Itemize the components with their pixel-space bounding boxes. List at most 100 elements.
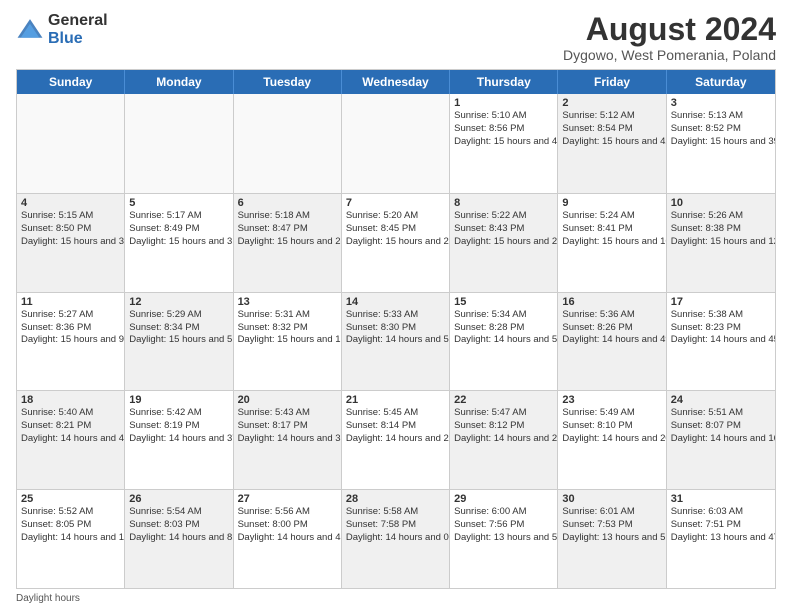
calendar: SundayMondayTuesdayWednesdayThursdayFrid… [16,69,776,589]
weekday-header-tuesday: Tuesday [234,70,342,94]
calendar-cell: 29Sunrise: 6:00 AMSunset: 7:56 PMDayligh… [450,490,558,588]
daylight-text: Daylight: 15 hours and 20 minutes. [454,236,553,249]
sunrise-text: Sunrise: 5:38 AM [671,309,771,322]
sunset-text: Sunset: 8:32 PM [238,322,337,335]
calendar-cell [125,94,233,193]
sunrise-text: Sunrise: 5:52 AM [21,506,120,519]
weekday-header-monday: Monday [125,70,233,94]
day-number: 1 [454,97,553,109]
calendar-cell: 7Sunrise: 5:20 AMSunset: 8:45 PMDaylight… [342,194,450,292]
daylight-text: Daylight: 15 hours and 12 minutes. [671,236,771,249]
sunset-text: Sunset: 8:00 PM [238,519,337,532]
calendar-cell: 17Sunrise: 5:38 AMSunset: 8:23 PMDayligh… [667,293,775,391]
day-number: 9 [562,197,661,209]
daylight-text: Daylight: 14 hours and 57 minutes. [346,334,445,347]
day-number: 26 [129,493,228,505]
calendar-row: 4Sunrise: 5:15 AMSunset: 8:50 PMDaylight… [17,193,775,292]
calendar-cell: 14Sunrise: 5:33 AMSunset: 8:30 PMDayligh… [342,293,450,391]
daylight-text: Daylight: 15 hours and 5 minutes. [129,334,228,347]
sunset-text: Sunset: 7:58 PM [346,519,445,532]
daylight-text: Daylight: 15 hours and 35 minutes. [21,236,120,249]
calendar-cell: 31Sunrise: 6:03 AMSunset: 7:51 PMDayligh… [667,490,775,588]
calendar-row: 1Sunrise: 5:10 AMSunset: 8:56 PMDaylight… [17,94,775,193]
day-number: 25 [21,493,120,505]
calendar-cell: 24Sunrise: 5:51 AMSunset: 8:07 PMDayligh… [667,391,775,489]
calendar-cell: 15Sunrise: 5:34 AMSunset: 8:28 PMDayligh… [450,293,558,391]
sunset-text: Sunset: 8:47 PM [238,223,337,236]
calendar-cell: 16Sunrise: 5:36 AMSunset: 8:26 PMDayligh… [558,293,666,391]
sunset-text: Sunset: 8:34 PM [129,322,228,335]
calendar-cell: 19Sunrise: 5:42 AMSunset: 8:19 PMDayligh… [125,391,233,489]
daylight-text: Daylight: 14 hours and 37 minutes. [129,433,228,446]
header: General Blue August 2024 Dygowo, West Po… [16,12,776,63]
sunset-text: Sunset: 8:41 PM [562,223,661,236]
calendar-cell: 18Sunrise: 5:40 AMSunset: 8:21 PMDayligh… [17,391,125,489]
daylight-text: Daylight: 15 hours and 1 minute. [238,334,337,347]
calendar-row: 11Sunrise: 5:27 AMSunset: 8:36 PMDayligh… [17,292,775,391]
day-number: 20 [238,394,337,406]
calendar-cell: 30Sunrise: 6:01 AMSunset: 7:53 PMDayligh… [558,490,666,588]
day-number: 12 [129,296,228,308]
daylight-text: Daylight: 13 hours and 56 minutes. [454,532,553,545]
day-number: 10 [671,197,771,209]
sunset-text: Sunset: 8:50 PM [21,223,120,236]
calendar-cell: 1Sunrise: 5:10 AMSunset: 8:56 PMDaylight… [450,94,558,193]
day-number: 7 [346,197,445,209]
sunset-text: Sunset: 8:10 PM [562,420,661,433]
calendar-cell [17,94,125,193]
day-number: 21 [346,394,445,406]
calendar-cell: 8Sunrise: 5:22 AMSunset: 8:43 PMDaylight… [450,194,558,292]
day-number: 30 [562,493,661,505]
sunrise-text: Sunrise: 5:47 AM [454,407,553,420]
daylight-text: Daylight: 14 hours and 20 minutes. [562,433,661,446]
day-number: 15 [454,296,553,308]
day-number: 11 [21,296,120,308]
daylight-text: Daylight: 14 hours and 53 minutes. [454,334,553,347]
day-number: 16 [562,296,661,308]
sunrise-text: Sunrise: 5:58 AM [346,506,445,519]
day-number: 6 [238,197,337,209]
calendar-row: 18Sunrise: 5:40 AMSunset: 8:21 PMDayligh… [17,390,775,489]
sunset-text: Sunset: 8:17 PM [238,420,337,433]
sunset-text: Sunset: 8:05 PM [21,519,120,532]
daylight-text: Daylight: 14 hours and 8 minutes. [129,532,228,545]
daylight-text: Daylight: 14 hours and 4 minutes. [238,532,337,545]
calendar-cell [234,94,342,193]
calendar-cell: 23Sunrise: 5:49 AMSunset: 8:10 PMDayligh… [558,391,666,489]
sunrise-text: Sunrise: 5:45 AM [346,407,445,420]
sunrise-text: Sunrise: 5:13 AM [671,110,771,123]
logo: General Blue [16,12,108,47]
sunrise-text: Sunrise: 5:17 AM [129,210,228,223]
sunset-text: Sunset: 8:30 PM [346,322,445,335]
daylight-text: Daylight: 14 hours and 0 minutes. [346,532,445,545]
sunrise-text: Sunrise: 6:01 AM [562,506,661,519]
sunrise-text: Sunrise: 5:40 AM [21,407,120,420]
daylight-text: Daylight: 14 hours and 29 minutes. [346,433,445,446]
calendar-cell: 26Sunrise: 5:54 AMSunset: 8:03 PMDayligh… [125,490,233,588]
calendar-cell: 27Sunrise: 5:56 AMSunset: 8:00 PMDayligh… [234,490,342,588]
sunrise-text: Sunrise: 5:29 AM [129,309,228,322]
sunrise-text: Sunrise: 6:00 AM [454,506,553,519]
sunset-text: Sunset: 8:21 PM [21,420,120,433]
page: General Blue August 2024 Dygowo, West Po… [0,0,792,612]
day-number: 29 [454,493,553,505]
day-number: 8 [454,197,553,209]
daylight-text: Daylight: 15 hours and 46 minutes. [454,136,553,149]
sunset-text: Sunset: 8:12 PM [454,420,553,433]
sunset-text: Sunset: 7:56 PM [454,519,553,532]
sunrise-text: Sunrise: 5:54 AM [129,506,228,519]
calendar-cell: 5Sunrise: 5:17 AMSunset: 8:49 PMDaylight… [125,194,233,292]
day-number: 2 [562,97,661,109]
sunrise-text: Sunrise: 6:03 AM [671,506,771,519]
daylight-text: Daylight: 15 hours and 24 minutes. [346,236,445,249]
daylight-text: Daylight: 15 hours and 39 minutes. [671,136,771,149]
calendar-cell: 10Sunrise: 5:26 AMSunset: 8:38 PMDayligh… [667,194,775,292]
calendar-body: 1Sunrise: 5:10 AMSunset: 8:56 PMDaylight… [17,94,775,588]
sunrise-text: Sunrise: 5:27 AM [21,309,120,322]
calendar-cell: 20Sunrise: 5:43 AMSunset: 8:17 PMDayligh… [234,391,342,489]
sunset-text: Sunset: 8:14 PM [346,420,445,433]
calendar-cell: 4Sunrise: 5:15 AMSunset: 8:50 PMDaylight… [17,194,125,292]
calendar-row: 25Sunrise: 5:52 AMSunset: 8:05 PM Dayligh… [17,489,775,588]
weekday-header-wednesday: Wednesday [342,70,450,94]
sunrise-text: Sunrise: 5:43 AM [238,407,337,420]
